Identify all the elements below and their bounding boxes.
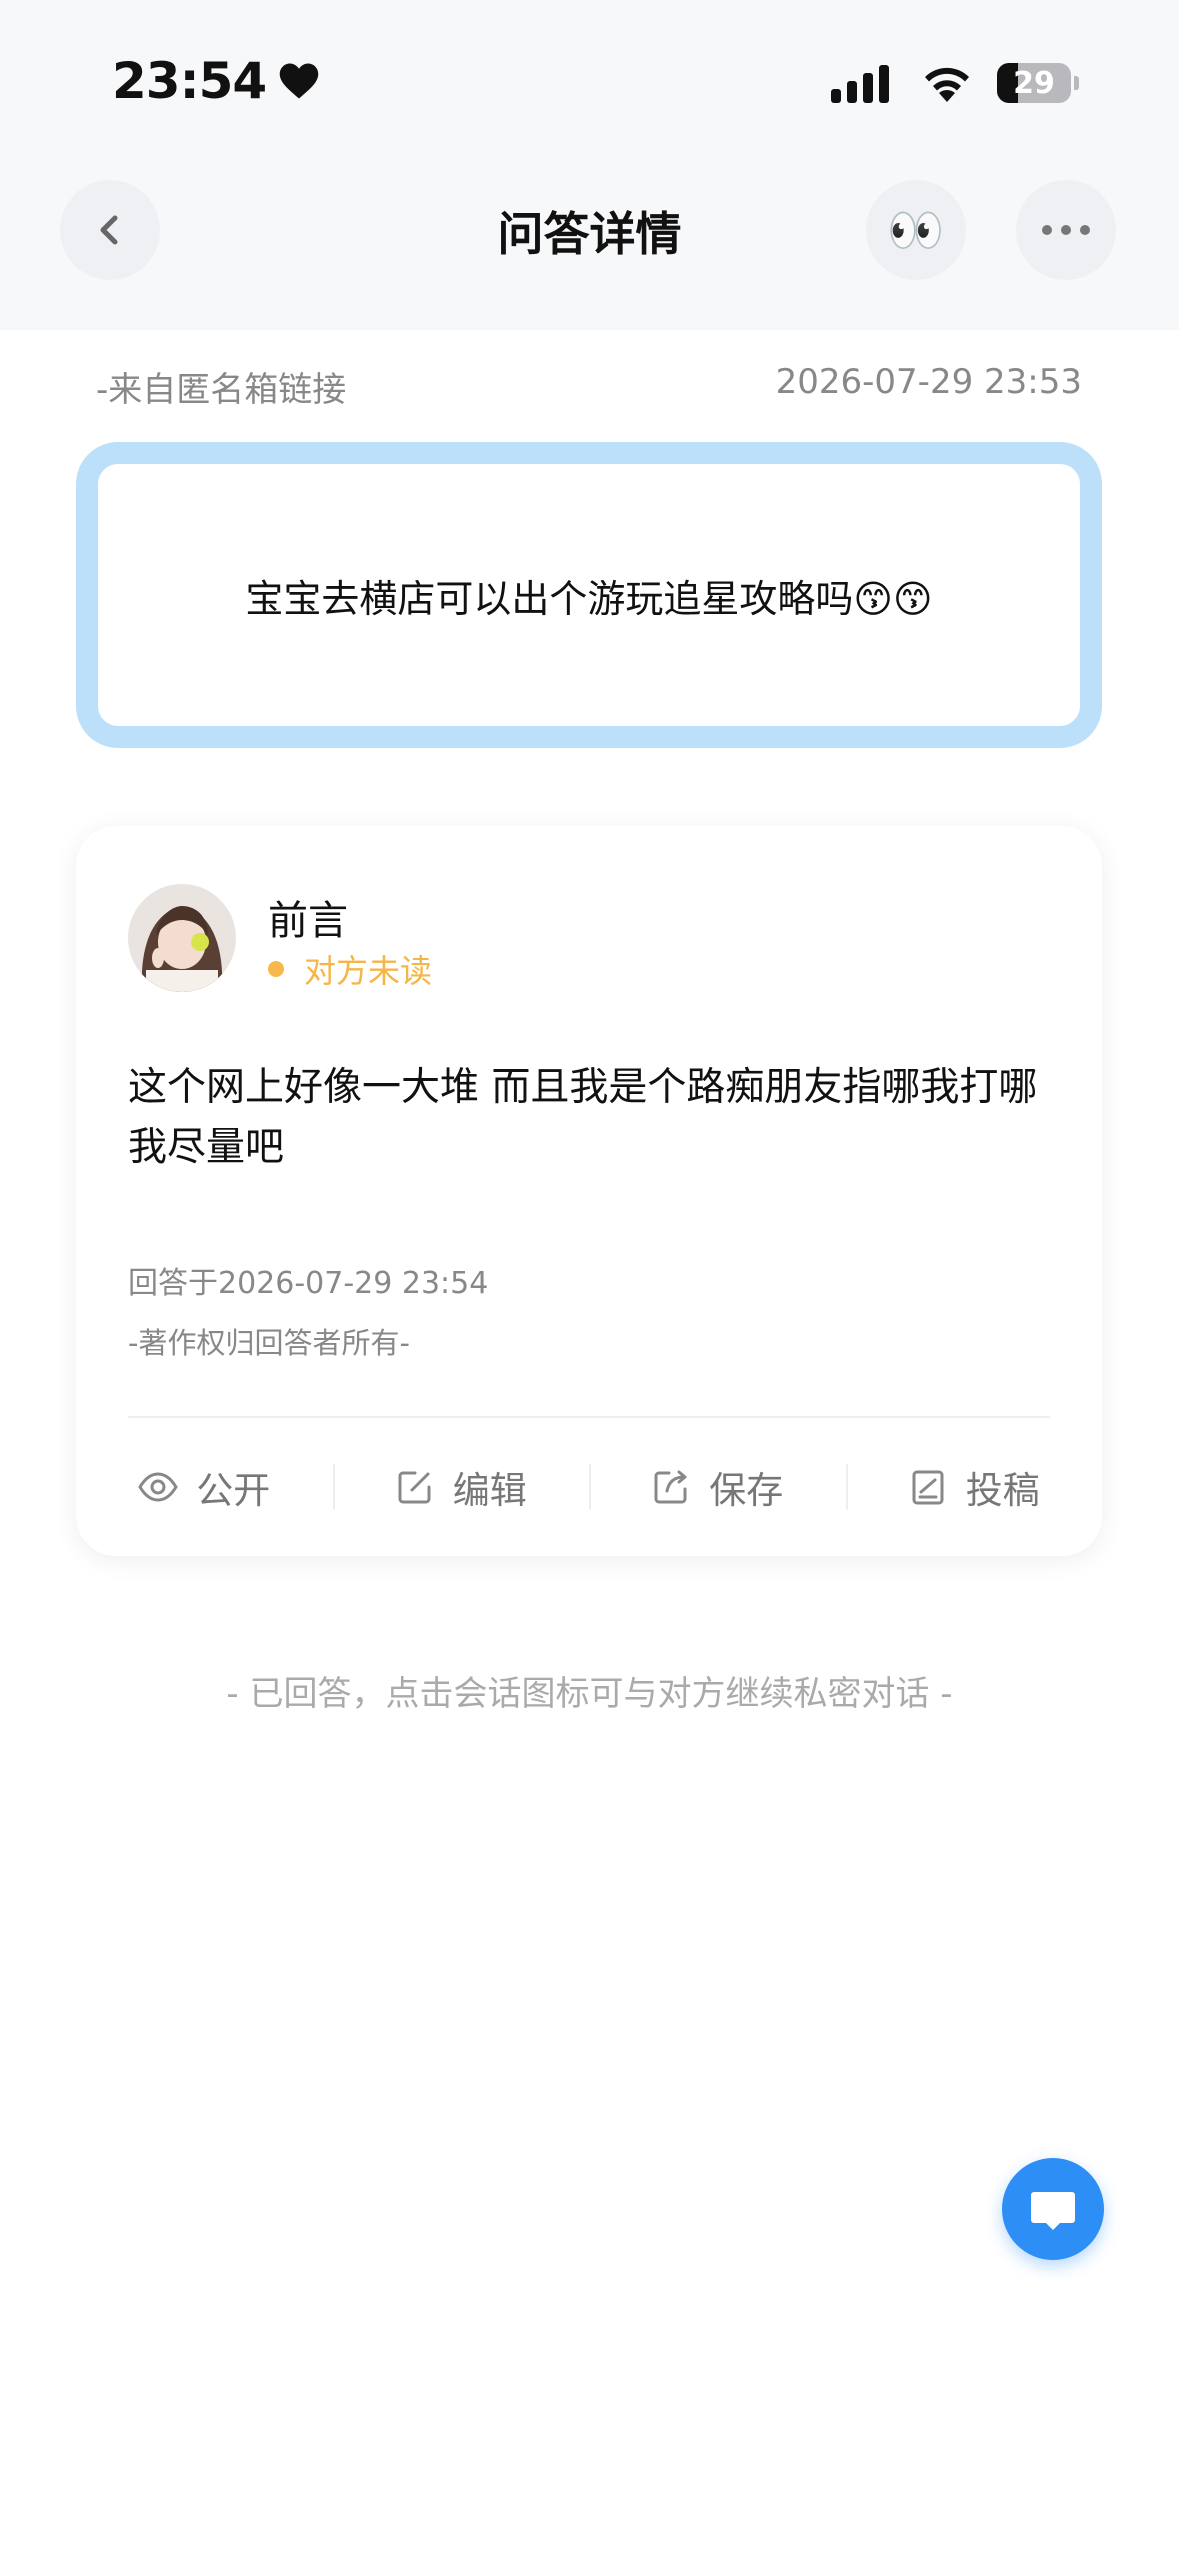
eye-icon	[138, 1472, 178, 1502]
unread-dot-icon	[268, 961, 284, 977]
public-button[interactable]: 公开	[76, 1454, 333, 1520]
eyes-button[interactable]: 👀	[866, 180, 966, 280]
eyes-icon: 👀	[887, 202, 945, 257]
status-time-text: 23:54	[112, 52, 267, 110]
question-card: 宝宝去横店可以出个游玩追星攻略吗😙😙	[76, 442, 1102, 748]
submit-label: 投稿	[965, 1469, 1040, 1512]
edit-button[interactable]: 编辑	[332, 1454, 590, 1520]
save-label: 保存	[709, 1469, 784, 1512]
avatar-image	[128, 884, 236, 992]
more-dots-icon	[1042, 225, 1090, 235]
answer-text: 这个网上好像一大堆 而且我是个路痴朋友指哪我打哪 我尽量吧	[128, 1065, 1038, 1170]
question-source: -来自匿名箱链接	[96, 370, 347, 410]
header-area	[0, 0, 1179, 330]
answer-time: 回答于2026-07-29 23:54	[128, 1266, 489, 1301]
author-name: 前言	[268, 898, 348, 944]
edit-icon	[398, 1471, 431, 1504]
wifi-icon	[925, 67, 969, 102]
read-status: 对方未读	[268, 946, 432, 992]
status-indicators: 29	[831, 62, 1079, 104]
more-button[interactable]	[1016, 180, 1116, 280]
cellular-signal-icon	[831, 63, 895, 103]
status-time: 23:54	[112, 52, 320, 110]
public-label: 公开	[196, 1469, 271, 1512]
heart-icon	[279, 63, 319, 99]
document-icon	[912, 1470, 944, 1505]
question-time: 2026-07-29 23:53	[775, 362, 1082, 402]
screen: 23:54 29 问答详情 👀 -来自匿名箱链接 2026-07-29 23:5…	[0, 0, 1179, 2556]
save-button[interactable]: 保存	[589, 1454, 846, 1520]
conversation-hint: - 已回答，点击会话图标可与对方继续私密对话 -	[226, 1674, 953, 1714]
edit-label: 编辑	[452, 1469, 527, 1512]
submit-button[interactable]: 投稿	[845, 1454, 1103, 1520]
answer-card: 前言 对方未读 这个网上好像一大堆 而且我是个路痴朋友指哪我打哪 我尽量吧 回答…	[76, 826, 1102, 1556]
chat-button[interactable]	[1002, 2158, 1104, 2260]
chat-bubble-icon	[1031, 2192, 1075, 2230]
battery-tip	[1074, 76, 1079, 90]
question-text: 宝宝去横店可以出个游玩追星攻略吗😙😙	[245, 576, 933, 621]
share-icon	[654, 1470, 687, 1504]
avatar[interactable]	[128, 884, 236, 992]
action-bar: 公开 编辑 保存 投稿	[76, 1454, 1102, 1520]
read-status-text: 对方未读	[304, 952, 433, 990]
page-title: 问答详情	[497, 207, 682, 261]
battery-level: 29	[1013, 65, 1055, 101]
divider	[128, 1416, 1050, 1418]
copyright-note: -著作权归回答者所有-	[128, 1326, 410, 1360]
battery-icon: 29	[997, 63, 1071, 103]
